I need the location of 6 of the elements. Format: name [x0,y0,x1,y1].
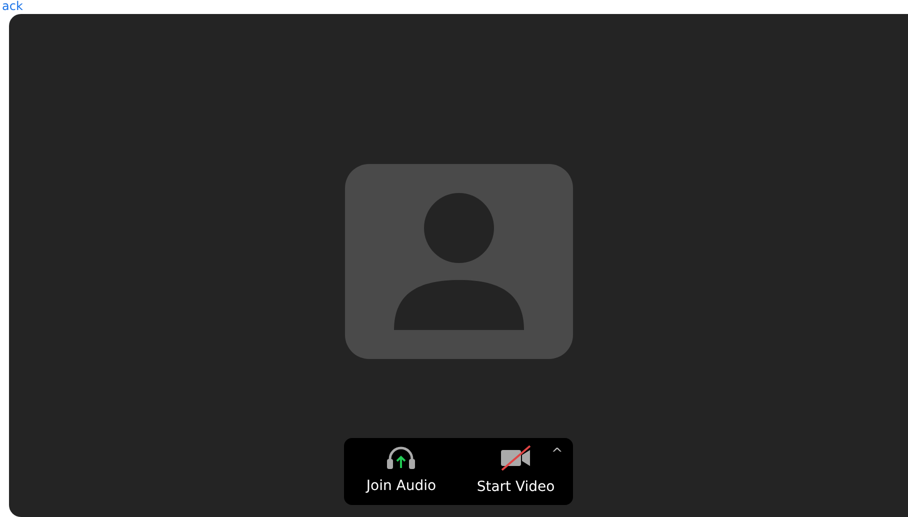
start-video-button[interactable]: Start Video ^ [458,438,573,505]
person-icon [394,193,524,330]
join-audio-button[interactable]: Join Audio [344,438,458,505]
caret-icon[interactable]: ^ [551,444,563,465]
back-link[interactable]: ack [2,0,23,12]
headphones-icon [385,446,418,470]
